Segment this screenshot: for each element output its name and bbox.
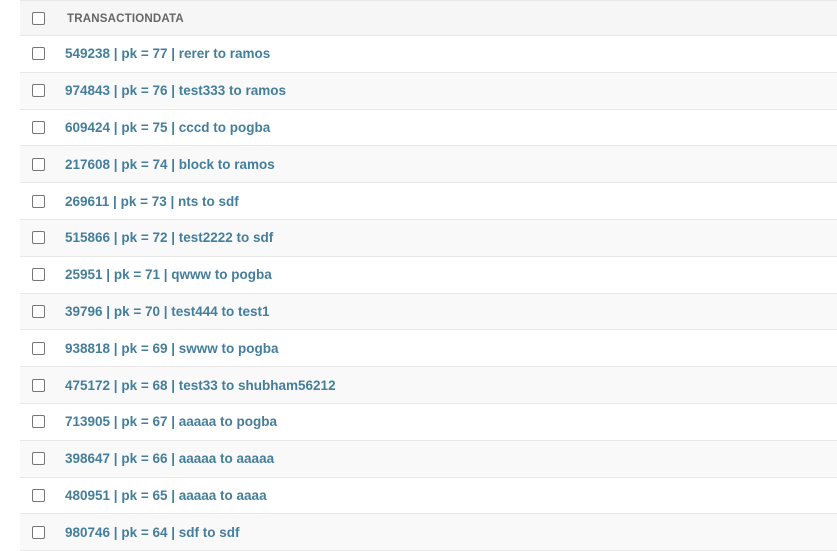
row-link[interactable]: 549238 | pk = 77 | rerer to ramos	[65, 46, 270, 61]
table-row: 480951 | pk = 65 | aaaaa to aaaa	[20, 478, 837, 515]
row-link[interactable]: 980746 | pk = 64 | sdf to sdf	[65, 525, 240, 540]
row-select-cell	[20, 120, 65, 134]
row-link[interactable]: 480951 | pk = 65 | aaaaa to aaaa	[65, 488, 267, 503]
row-select-cell	[20, 488, 65, 502]
select-all-checkbox[interactable]	[32, 11, 45, 25]
row-link[interactable]: 398647 | pk = 66 | aaaaa to aaaaa	[65, 451, 274, 466]
row-select-cell	[20, 378, 65, 392]
row-select-cell	[20, 341, 65, 355]
row-link[interactable]: 515866 | pk = 72 | test2222 to sdf	[65, 230, 273, 245]
table-row: 39796 | pk = 70 | test444 to test1	[20, 293, 837, 331]
row-select-cell	[20, 304, 65, 318]
row-link[interactable]: 713905 | pk = 67 | aaaaa to pogba	[65, 414, 277, 429]
row-link[interactable]: 25951 | pk = 71 | qwww to pogba	[65, 267, 272, 282]
row-checkbox[interactable]	[32, 268, 45, 282]
row-checkbox[interactable]	[32, 304, 45, 318]
row-link[interactable]: 39796 | pk = 70 | test444 to test1	[65, 304, 270, 319]
table-row: 515866 | pk = 72 | test2222 to sdf	[20, 219, 837, 257]
row-checkbox[interactable]	[32, 120, 45, 134]
row-link[interactable]: 609424 | pk = 75 | cccd to pogba	[65, 120, 270, 135]
row-checkbox[interactable]	[32, 157, 45, 171]
table-row: 549238 | pk = 77 | rerer to ramos	[20, 36, 837, 73]
row-link[interactable]: 974843 | pk = 76 | test333 to ramos	[65, 83, 286, 98]
row-select-cell	[20, 268, 65, 282]
row-checkbox[interactable]	[32, 415, 45, 429]
row-select-cell	[20, 47, 65, 61]
table-header-row: TRANSACTIONDATA	[20, 0, 837, 36]
column-header-transactiondata[interactable]: TRANSACTIONDATA	[65, 13, 184, 25]
row-select-cell	[20, 231, 65, 245]
row-select-cell	[20, 525, 65, 539]
results-table: TRANSACTIONDATA 549238 | pk = 77 | rerer…	[20, 0, 837, 551]
table-row: 475172 | pk = 68 | test33 to shubham5621…	[20, 367, 837, 404]
row-link[interactable]: 938818 | pk = 69 | swww to pogba	[65, 341, 279, 356]
table-row: 269611 | pk = 73 | nts to sdf	[20, 183, 837, 220]
row-link[interactable]: 217608 | pk = 74 | block to ramos	[65, 157, 275, 172]
table-row: 609424 | pk = 75 | cccd to pogba	[20, 110, 837, 147]
row-link[interactable]: 475172 | pk = 68 | test33 to shubham5621…	[65, 378, 336, 393]
row-checkbox[interactable]	[32, 488, 45, 502]
row-checkbox[interactable]	[32, 378, 45, 392]
row-checkbox[interactable]	[32, 231, 45, 245]
table-row: 217608 | pk = 74 | block to ramos	[20, 146, 837, 184]
row-select-cell	[20, 415, 65, 429]
row-select-cell	[20, 194, 65, 208]
row-checkbox[interactable]	[32, 341, 45, 355]
row-select-cell	[20, 452, 65, 466]
table-row: 25951 | pk = 71 | qwww to pogba	[20, 257, 837, 294]
select-all-cell	[20, 11, 65, 25]
row-checkbox[interactable]	[32, 84, 45, 98]
row-checkbox[interactable]	[32, 525, 45, 539]
row-select-cell	[20, 157, 65, 171]
row-checkbox[interactable]	[32, 47, 45, 61]
table-row: 398647 | pk = 66 | aaaaa to aaaaa	[20, 440, 837, 478]
table-row: 713905 | pk = 67 | aaaaa to pogba	[20, 404, 837, 441]
row-checkbox[interactable]	[32, 194, 45, 208]
row-select-cell	[20, 84, 65, 98]
table-row: 974843 | pk = 76 | test333 to ramos	[20, 72, 837, 110]
table-row: 980746 | pk = 64 | sdf to sdf	[20, 514, 837, 551]
row-checkbox[interactable]	[32, 452, 45, 466]
row-link[interactable]: 269611 | pk = 73 | nts to sdf	[65, 194, 239, 209]
table-row: 938818 | pk = 69 | swww to pogba	[20, 330, 837, 368]
